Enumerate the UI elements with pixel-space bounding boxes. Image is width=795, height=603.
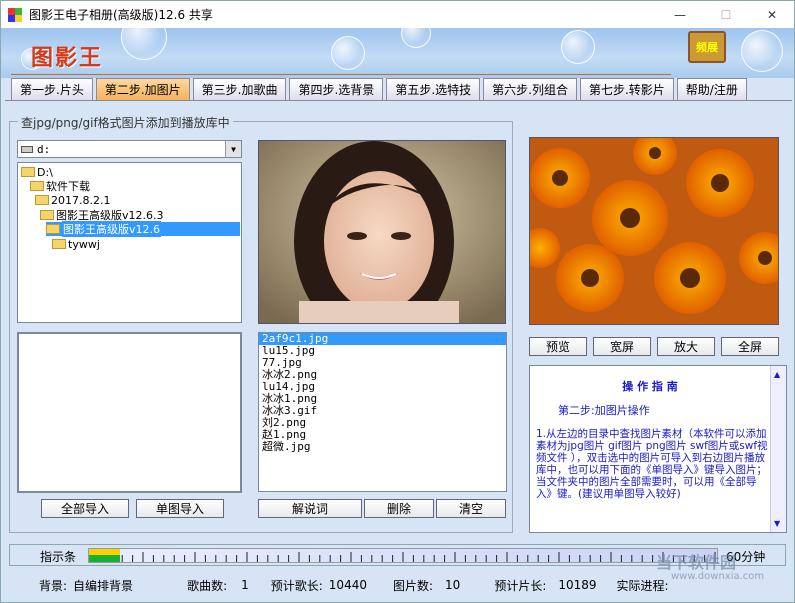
delete-button[interactable]: 删除 (364, 499, 434, 518)
close-button[interactable]: ✕ (749, 1, 794, 28)
image-file-list[interactable]: 2af9c1.jpg lu15.jpg 77.jpg 冰冰2.png lu14.… (258, 332, 507, 492)
widescreen-button[interactable]: 宽屏 (593, 337, 651, 356)
banner-line (11, 74, 671, 75)
tick-marks (90, 552, 716, 562)
tab-step7[interactable]: 第七步.转影片 (579, 78, 674, 100)
tab-help[interactable]: 帮助/注册 (676, 78, 747, 100)
thumbnail-preview (17, 332, 242, 493)
status-bar: 背景: 自编排背景 歌曲数: 1 预计歌长: 10440 图片数: 10 预计片… (9, 574, 786, 596)
status-songs-label: 歌曲数: (187, 578, 228, 593)
preview-photo (529, 137, 779, 325)
tree-item[interactable]: 软件下载 (30, 179, 90, 193)
status-pics-label: 图片数: (392, 578, 434, 593)
folder-open-icon (46, 224, 60, 234)
watermark: 当下软件园 (656, 553, 737, 572)
scroll-up-icon[interactable]: ▲ (774, 370, 780, 379)
zoom-button[interactable]: 放大 (657, 337, 715, 356)
status-pics-value: 10 (445, 578, 461, 592)
clear-button[interactable]: 清空 (436, 499, 506, 518)
logo: 图影王 (31, 45, 104, 71)
film-icon: 频展 (688, 31, 726, 63)
folder-icon (35, 195, 49, 205)
indicator-label: 指示条 (40, 550, 77, 564)
status-background-value: 自编排背景 (73, 578, 134, 593)
operation-guide: 操 作 指 南 第二步:加图片操作 1.从左边的目录中查找图片素材（本软件可以添… (529, 365, 787, 533)
drive-select[interactable]: d: ▼ (17, 140, 242, 158)
status-progress-label: 实际进程: (616, 578, 669, 593)
scroll-down-icon[interactable]: ▼ (774, 519, 780, 528)
chevron-down-icon[interactable]: ▼ (225, 141, 241, 157)
bubble-decoration (741, 30, 783, 72)
indicator-track (88, 548, 718, 563)
banner: 图影王 频展 (1, 28, 794, 78)
maximize-button[interactable]: ☐ (703, 1, 749, 28)
status-film-length-label: 预计片长: (494, 578, 547, 593)
tree-item[interactable]: D:\ (21, 165, 53, 179)
content-area: 查jpg/png/gif格式图片添加到播放库中 d: ▼ D:\ 软件下载 20… (5, 100, 792, 540)
minimize-button[interactable]: — (657, 1, 703, 28)
list-item[interactable]: 超微.jpg (259, 441, 506, 453)
status-songs-value: 1 (241, 578, 249, 592)
fullscreen-button[interactable]: 全屏 (721, 337, 779, 356)
drive-icon (21, 145, 33, 153)
status-song-length-value: 10440 (328, 578, 367, 592)
tab-step2[interactable]: 第二步.加图片 (95, 78, 190, 100)
caption-button[interactable]: 解说词 (258, 499, 362, 518)
bubble-decoration (561, 30, 595, 64)
status-song-length-label: 预计歌长: (270, 578, 323, 593)
drive-value: d: (37, 142, 51, 156)
tree-item[interactable]: 图影王高级版v12.6.3 (40, 208, 164, 222)
import-single-button[interactable]: 单图导入 (136, 499, 224, 518)
app-icon (7, 7, 23, 23)
folder-icon (40, 210, 54, 220)
preview-button[interactable]: 预览 (529, 337, 587, 356)
tab-step4[interactable]: 第四步.选背景 (289, 78, 384, 100)
import-all-button[interactable]: 全部导入 (41, 499, 129, 518)
status-background-label: 背景: (39, 578, 68, 593)
tab-step6[interactable]: 第六步.列组合 (483, 78, 577, 100)
app-window: 图影王电子相册(高级版)12.6 共享 — ☐ ✕ 图影王 频展 第一步.片头 … (0, 0, 795, 603)
tab-step3[interactable]: 第三步.加歌曲 (192, 78, 287, 100)
indicator-fill-green (89, 555, 121, 562)
folder-icon (30, 181, 44, 191)
tab-step5[interactable]: 第五步.选特技 (386, 78, 481, 100)
title-bar: 图影王电子相册(高级版)12.6 共享 — ☐ ✕ (1, 1, 794, 28)
folder-icon (52, 239, 66, 249)
bubble-decoration (121, 28, 167, 60)
tree-item-selected[interactable]: 图影王高级版v12.6 (46, 221, 240, 237)
step-tabs: 第一步.片头 第二步.加图片 第三步.加歌曲 第四步.选背景 第五步.选特技 第… (11, 78, 750, 100)
guide-title: 操 作 指 南 (622, 380, 678, 393)
watermark-url: www.downxia.com (671, 571, 765, 582)
guide-body: 1.从左边的目录中查找图片素材（本软件可以添加素材为jpg图片 gif图片 pn… (536, 428, 768, 500)
groupbox-legend: 查jpg/png/gif格式图片添加到播放库中 (18, 114, 233, 131)
tree-item[interactable]: 2017.8.2.1 (35, 193, 110, 207)
window-title: 图影王电子相册(高级版)12.6 共享 (29, 8, 213, 22)
tree-item[interactable]: tywwj (52, 237, 100, 251)
folder-tree[interactable]: D:\ 软件下载 2017.8.2.1 图影王高级版v12.6.3 图影王高级版… (17, 162, 242, 323)
bubble-decoration (401, 28, 431, 48)
guide-scrollbar[interactable]: ▲ ▼ (770, 366, 786, 532)
folder-icon (21, 167, 35, 177)
bubble-decoration (331, 36, 365, 70)
guide-subtitle: 第二步:加图片操作 (558, 404, 650, 417)
tab-step1[interactable]: 第一步.片头 (11, 78, 93, 100)
status-film-length-value: 10189 (558, 578, 597, 592)
selected-photo (258, 140, 506, 324)
